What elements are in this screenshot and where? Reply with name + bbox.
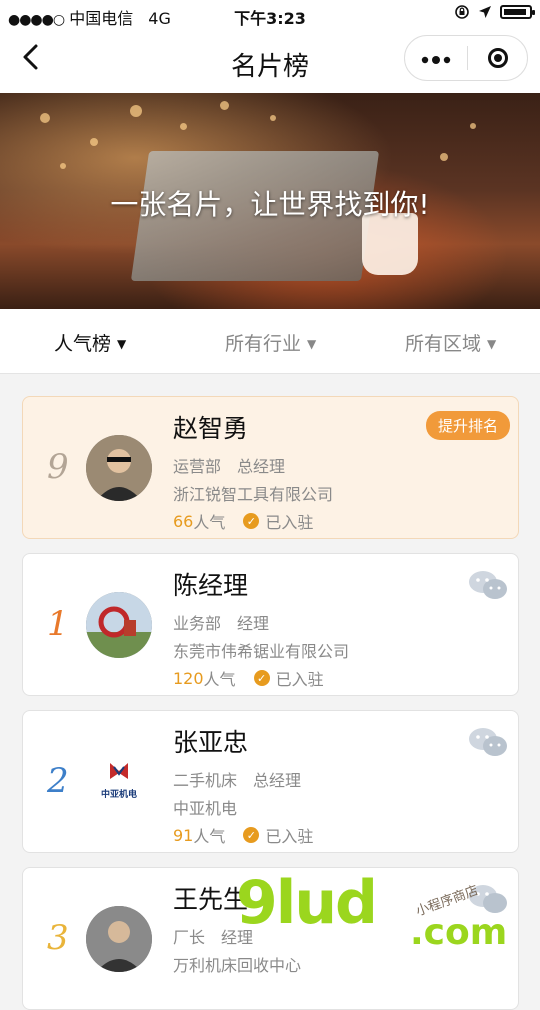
department: 运营部: [173, 457, 222, 476]
more-dots-icon: [421, 56, 451, 64]
caret-down-icon: ▼: [307, 337, 317, 351]
rank-number: 3: [47, 918, 69, 958]
filter-label: 人气榜: [54, 333, 112, 355]
popularity-count: 120: [173, 668, 204, 688]
card-stats: 91 人气 ✓ 已入驻: [173, 823, 313, 847]
banner-slogan: 一张名片，让世界找到你!: [110, 188, 430, 221]
filter-region[interactable]: 所有区域 ▼: [405, 329, 496, 356]
caret-down-icon: ▼: [117, 337, 127, 351]
contact-name: 陈经理: [173, 571, 249, 600]
logo-text: 中亚机电: [100, 790, 137, 800]
rank-number: 9: [47, 447, 69, 487]
filter-industry[interactable]: 所有行业 ▼: [225, 329, 316, 356]
avatar: [86, 435, 152, 501]
department: 业务部: [173, 614, 222, 633]
navigation-bar: 名片榜: [0, 30, 540, 93]
caret-down-icon: ▼: [487, 337, 497, 351]
rank-number: 2: [47, 761, 69, 801]
target-close-icon: [488, 48, 508, 68]
department: 厂长: [173, 928, 206, 947]
popularity-label: 人气: [203, 670, 236, 689]
wechat-icon[interactable]: [468, 570, 508, 600]
status-bar: ●●●●○ 中国电信 4G 下午3:23: [0, 0, 540, 30]
filter-popularity[interactable]: 人气榜 ▼: [54, 329, 126, 356]
job-title: 经理: [237, 614, 270, 633]
department: 二手机床: [173, 771, 238, 790]
avatar: [86, 592, 152, 658]
job-title: 总经理: [237, 457, 286, 476]
rank-number: 1: [47, 604, 69, 644]
watermark-domain: .com: [410, 912, 508, 953]
orientation-lock-icon: [455, 5, 469, 19]
filter-bar: 人气榜 ▼ 所有行业 ▼ 所有区域 ▼: [0, 309, 540, 374]
business-card-item[interactable]: 2 中亚机电 张亚忠 二手机床 总经理 中亚机电 91 人气 ✓ 已入驻: [22, 710, 519, 853]
verified-check-icon: ✓: [243, 827, 260, 843]
company-name: 浙江锐智工具有限公司: [173, 485, 334, 504]
battery-icon: [500, 5, 535, 19]
company-name: 中亚机电: [173, 799, 238, 818]
status-right: [454, 4, 535, 20]
verified-check-icon: ✓: [253, 670, 270, 686]
more-menu-button[interactable]: [405, 36, 467, 80]
filter-label: 所有行业: [225, 333, 302, 355]
company-logo: 中亚机电: [86, 749, 152, 815]
close-program-button[interactable]: [468, 36, 528, 80]
position-line: 业务部 经理: [173, 610, 269, 634]
verified-status: 已入驻: [265, 513, 314, 532]
popularity-count: 66: [173, 511, 194, 531]
card-stats: 66 人气 ✓ 已入驻: [173, 509, 313, 533]
card-stats: 120 人气 ✓ 已入驻: [173, 666, 324, 690]
wechat-icon[interactable]: [468, 727, 508, 757]
job-title: 总经理: [253, 771, 302, 790]
verified-check-icon: ✓: [243, 513, 260, 529]
business-card-item[interactable]: 1 陈经理 业务部 经理 东莞市伟希锯业有限公司 120 人气 ✓ 已入驻: [22, 553, 519, 696]
watermark-logo: 9lud: [236, 868, 378, 938]
verified-status: 已入驻: [275, 670, 324, 689]
popularity-count: 91: [173, 825, 194, 845]
location-arrow-icon: [479, 6, 491, 18]
boost-rank-button[interactable]: 提升排名: [425, 411, 510, 440]
company-name: 万利机床回收中心: [173, 956, 302, 975]
popularity-label: 人气: [193, 513, 226, 532]
business-card-item[interactable]: 9 赵智勇 运营部 总经理 浙江锐智工具有限公司 66 人气 ✓ 已入驻 提升排名: [22, 396, 519, 539]
mini-program-capsule: [404, 35, 528, 81]
position-line: 运营部 总经理: [173, 453, 285, 477]
verified-status: 已入驻: [265, 827, 314, 846]
popularity-label: 人气: [193, 827, 226, 846]
filter-label: 所有区域: [405, 333, 482, 355]
company-name: 东莞市伟希锯业有限公司: [173, 642, 350, 661]
avatar: [86, 906, 152, 972]
contact-name: 赵智勇: [173, 414, 249, 443]
position-line: 二手机床 总经理: [173, 767, 301, 791]
contact-name: 张亚忠: [173, 728, 249, 757]
hero-banner: 一张名片，让世界找到你!: [0, 93, 540, 309]
